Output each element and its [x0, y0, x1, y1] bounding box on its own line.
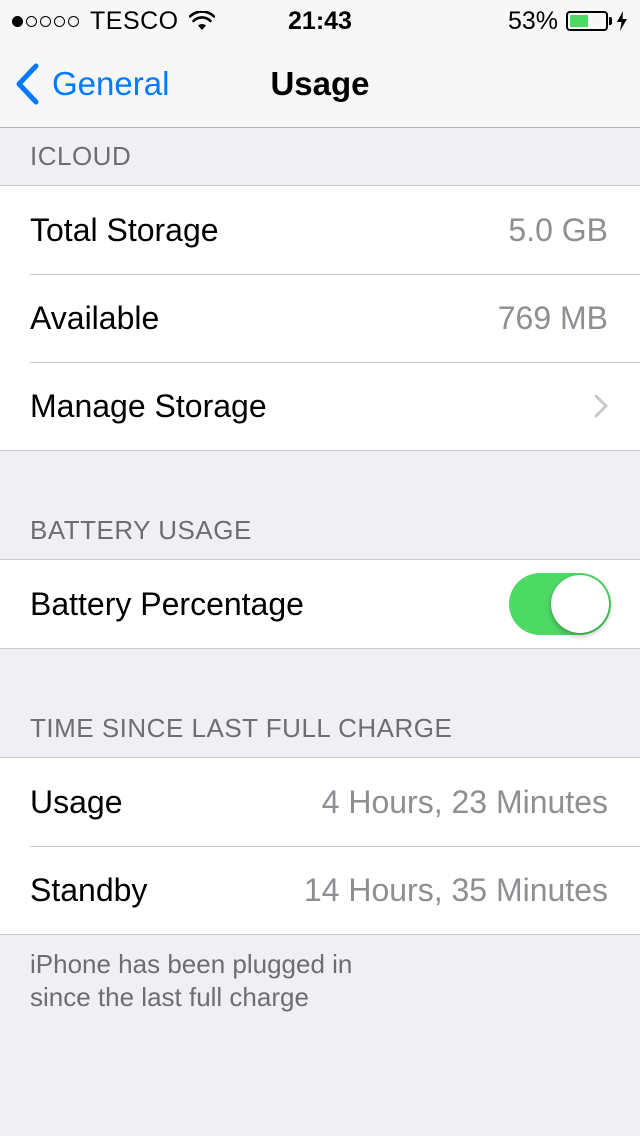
footer-note-line-1: iPhone has been plugged in [30, 949, 353, 979]
usage-row: Usage 4 Hours, 23 Minutes [0, 758, 640, 846]
battery-percentage-row: Battery Percentage [0, 560, 640, 648]
charging-bolt-icon [617, 11, 627, 31]
time-since-charge-group: Usage 4 Hours, 23 Minutes Standby 14 Hou… [0, 757, 640, 935]
battery-percentage-toggle[interactable] [509, 573, 611, 635]
battery-icon [566, 11, 608, 31]
standby-row: Standby 14 Hours, 35 Minutes [0, 846, 640, 934]
page-title: Usage [270, 65, 370, 102]
toggle-knob [551, 575, 609, 633]
section-header-icloud: ICLOUD [30, 141, 132, 171]
total-storage-row: Total Storage 5.0 GB [0, 186, 640, 274]
available-label: Available [30, 299, 160, 336]
battery-nub [609, 17, 612, 25]
battery-level-fill [570, 15, 588, 27]
standby-label: Standby [30, 871, 148, 908]
usage-value: 4 Hours, 23 Minutes [321, 783, 608, 820]
available-row: Available 769 MB [0, 274, 640, 362]
status-bar: TESCO 21:43 53% [0, 0, 640, 40]
status-right: 53% [508, 6, 628, 36]
footer-note-line-2: since the last full charge [30, 982, 309, 1012]
total-storage-value: 5.0 GB [508, 211, 608, 248]
section-header-battery-usage: BATTERY USAGE [30, 515, 252, 545]
chevron-right-icon [594, 394, 608, 418]
available-value: 769 MB [497, 299, 608, 336]
battery-percentage-label: Battery Percentage [30, 585, 304, 622]
usage-label: Usage [30, 783, 123, 820]
section-header-time-since-charge: TIME SINCE LAST FULL CHARGE [30, 713, 453, 743]
battery-percent-text: 53% [507, 6, 558, 35]
manage-storage-row[interactable]: Manage Storage [0, 362, 640, 450]
manage-storage-label: Manage Storage [30, 387, 267, 424]
icloud-group: Total Storage 5.0 GB Available 769 MB Ma… [0, 185, 640, 451]
footer-note: iPhone has been plugged in since the las… [30, 948, 430, 1014]
battery-usage-group: Battery Percentage [0, 559, 640, 649]
total-storage-label: Total Storage [30, 211, 219, 248]
standby-value: 14 Hours, 35 Minutes [303, 871, 608, 908]
navigation-bar: General Usage [0, 40, 640, 128]
